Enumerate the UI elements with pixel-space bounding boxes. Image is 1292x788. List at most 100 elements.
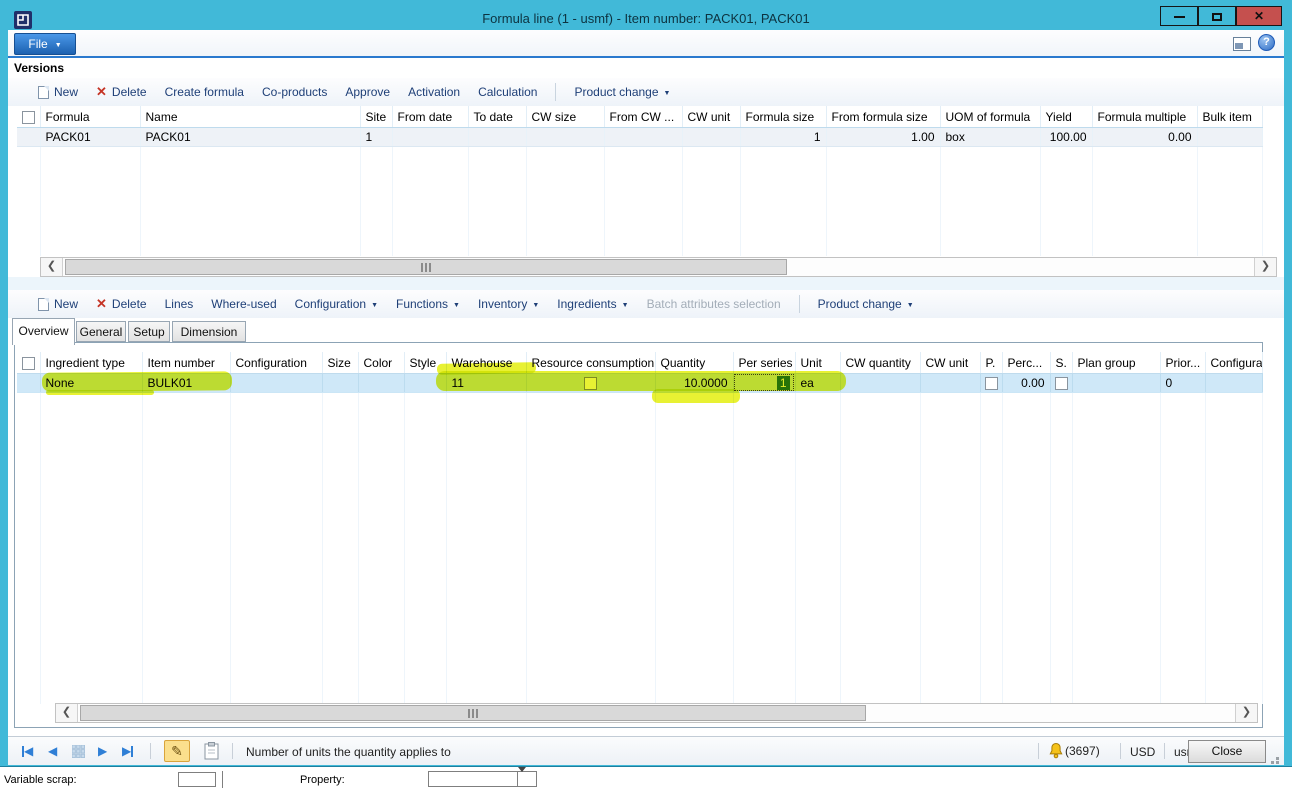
column-header-from-formula-size[interactable]: From formula size bbox=[826, 106, 940, 127]
calculation-button[interactable]: Calculation bbox=[478, 85, 537, 99]
scroll-right-icon[interactable]: ❯ bbox=[1254, 258, 1276, 276]
row-select-cell[interactable] bbox=[17, 373, 40, 392]
versions-h-scrollbar[interactable]: ❮ ❯ bbox=[40, 257, 1277, 277]
column-header-from-date[interactable]: From date bbox=[392, 106, 468, 127]
yield-cell[interactable]: 100.00 bbox=[1040, 127, 1092, 146]
plan-group-cell[interactable] bbox=[1072, 373, 1160, 392]
item-number-cell[interactable]: BULK01 bbox=[142, 373, 230, 392]
from-formula-size-cell[interactable]: 1.00 bbox=[826, 127, 940, 146]
where-used-button[interactable]: Where-used bbox=[211, 297, 276, 311]
select-all-header[interactable] bbox=[17, 352, 40, 373]
column-header-plan-group[interactable]: Plan group bbox=[1072, 352, 1160, 373]
go-first-button[interactable]: ◀ bbox=[22, 744, 33, 758]
column-header-ingredient-type[interactable]: Ingredient type bbox=[40, 352, 142, 373]
column-header-formula-size[interactable]: Formula size bbox=[740, 106, 826, 127]
delete-line-button[interactable]: ✕Delete bbox=[96, 297, 147, 311]
priority-cell[interactable]: 0 bbox=[1160, 373, 1205, 392]
column-header-style[interactable]: Style bbox=[404, 352, 446, 373]
column-header-unit[interactable]: Unit bbox=[795, 352, 840, 373]
scroll-left-icon[interactable]: ❮ bbox=[41, 258, 63, 276]
cw-quantity-cell[interactable] bbox=[840, 373, 920, 392]
go-next-button[interactable]: ▶ bbox=[98, 744, 107, 758]
column-header-perc[interactable]: Perc... bbox=[1002, 352, 1050, 373]
ingredients-menu[interactable]: Ingredients▼ bbox=[557, 297, 628, 311]
maximize-button[interactable] bbox=[1198, 6, 1236, 26]
column-header-per-series[interactable]: Per series bbox=[733, 352, 795, 373]
resource-consumption-cell[interactable] bbox=[526, 373, 655, 392]
cw-unit-cell[interactable] bbox=[920, 373, 980, 392]
help-icon[interactable]: ? bbox=[1258, 34, 1275, 51]
product-change-menu[interactable]: Product change▼ bbox=[818, 297, 914, 311]
column-header-item-number[interactable]: Item number bbox=[142, 352, 230, 373]
variable-scrap-field[interactable] bbox=[178, 772, 216, 787]
configuration-cell[interactable] bbox=[230, 373, 322, 392]
currency-indicator[interactable]: USD bbox=[1130, 745, 1155, 759]
from-cw-cell[interactable] bbox=[604, 127, 682, 146]
scroll-left-icon[interactable]: ❮ bbox=[56, 704, 78, 722]
go-previous-button[interactable]: ◀ bbox=[48, 744, 57, 758]
column-header-s[interactable]: S. bbox=[1050, 352, 1072, 373]
size-cell[interactable] bbox=[322, 373, 358, 392]
column-header-formula[interactable]: Formula bbox=[40, 106, 140, 127]
activation-button[interactable]: Activation bbox=[408, 85, 460, 99]
approve-button[interactable]: Approve bbox=[345, 85, 390, 99]
functions-menu[interactable]: Functions▼ bbox=[396, 297, 460, 311]
column-header-configuration-2[interactable]: Configuration bbox=[1205, 352, 1262, 373]
unit-cell[interactable]: ea bbox=[795, 373, 840, 392]
paste-button[interactable] bbox=[204, 742, 219, 763]
select-all-checkbox[interactable] bbox=[22, 357, 35, 370]
p-cell[interactable] bbox=[980, 373, 1002, 392]
tab-overview[interactable]: Overview bbox=[12, 318, 75, 345]
create-formula-button[interactable]: Create formula bbox=[165, 85, 244, 99]
per-series-value[interactable]: 1 bbox=[777, 376, 790, 390]
resize-grip-icon[interactable] bbox=[1271, 761, 1274, 764]
column-header-yield[interactable]: Yield bbox=[1040, 106, 1092, 127]
inventory-menu[interactable]: Inventory▼ bbox=[478, 297, 539, 311]
column-header-p[interactable]: P. bbox=[980, 352, 1002, 373]
scroll-right-icon[interactable]: ❯ bbox=[1235, 704, 1257, 722]
scrollbar-thumb[interactable] bbox=[65, 259, 787, 275]
column-header-from-cw[interactable]: From CW ... bbox=[604, 106, 682, 127]
scrollbar-thumb[interactable] bbox=[80, 705, 866, 721]
tab-setup[interactable]: Setup bbox=[128, 321, 170, 342]
select-all-checkbox[interactable] bbox=[22, 111, 35, 124]
column-header-priority[interactable]: Prior... bbox=[1160, 352, 1205, 373]
column-header-uom-of-formula[interactable]: UOM of formula bbox=[940, 106, 1040, 127]
site-cell[interactable]: 1 bbox=[360, 127, 392, 146]
lines-row[interactable]: None BULK01 11 10.0000 1 ea 0.00 0 bbox=[17, 373, 1262, 392]
column-header-name[interactable]: Name bbox=[140, 106, 360, 127]
lines-button[interactable]: Lines bbox=[165, 297, 194, 311]
column-header-bulk-item[interactable]: Bulk item bbox=[1197, 106, 1262, 127]
column-header-color[interactable]: Color bbox=[358, 352, 404, 373]
s-cell[interactable] bbox=[1050, 373, 1072, 392]
column-header-resource-consumption[interactable]: Resource consumption bbox=[526, 352, 655, 373]
delete-button[interactable]: ✕Delete bbox=[96, 85, 147, 99]
cw-size-cell[interactable] bbox=[526, 127, 604, 146]
to-date-cell[interactable] bbox=[468, 127, 526, 146]
p-checkbox[interactable] bbox=[985, 377, 998, 390]
co-products-button[interactable]: Co-products bbox=[262, 85, 327, 99]
column-header-configuration[interactable]: Configuration bbox=[230, 352, 322, 373]
lines-h-scrollbar[interactable]: ❮ ❯ bbox=[55, 703, 1258, 723]
file-menu-button[interactable]: File ▼ bbox=[14, 33, 76, 55]
go-last-button[interactable]: ▶ bbox=[122, 744, 133, 758]
ingredient-type-cell[interactable]: None bbox=[40, 373, 142, 392]
cw-unit-cell[interactable] bbox=[682, 127, 740, 146]
column-header-cw-unit[interactable]: CW unit bbox=[920, 352, 980, 373]
column-header-warehouse[interactable]: Warehouse bbox=[446, 352, 526, 373]
bulk-item-cell[interactable] bbox=[1197, 127, 1262, 146]
edit-mode-button[interactable]: ✎ bbox=[164, 740, 190, 762]
uom-of-formula-cell[interactable]: box bbox=[940, 127, 1040, 146]
configuration-menu[interactable]: Configuration▼ bbox=[295, 297, 378, 311]
column-header-site[interactable]: Site bbox=[360, 106, 392, 127]
resize-grip-icon[interactable] bbox=[1276, 757, 1279, 760]
new-button[interactable]: New bbox=[38, 85, 78, 99]
tab-dimension[interactable]: Dimension bbox=[172, 321, 246, 342]
row-select-cell[interactable] bbox=[17, 127, 40, 146]
per-series-cell[interactable]: 1 bbox=[733, 373, 795, 392]
from-date-cell[interactable] bbox=[392, 127, 468, 146]
grid-view-button[interactable] bbox=[72, 745, 85, 761]
select-all-header[interactable] bbox=[17, 106, 40, 127]
s-checkbox[interactable] bbox=[1055, 377, 1068, 390]
formula-cell[interactable]: PACK01 bbox=[40, 127, 140, 146]
